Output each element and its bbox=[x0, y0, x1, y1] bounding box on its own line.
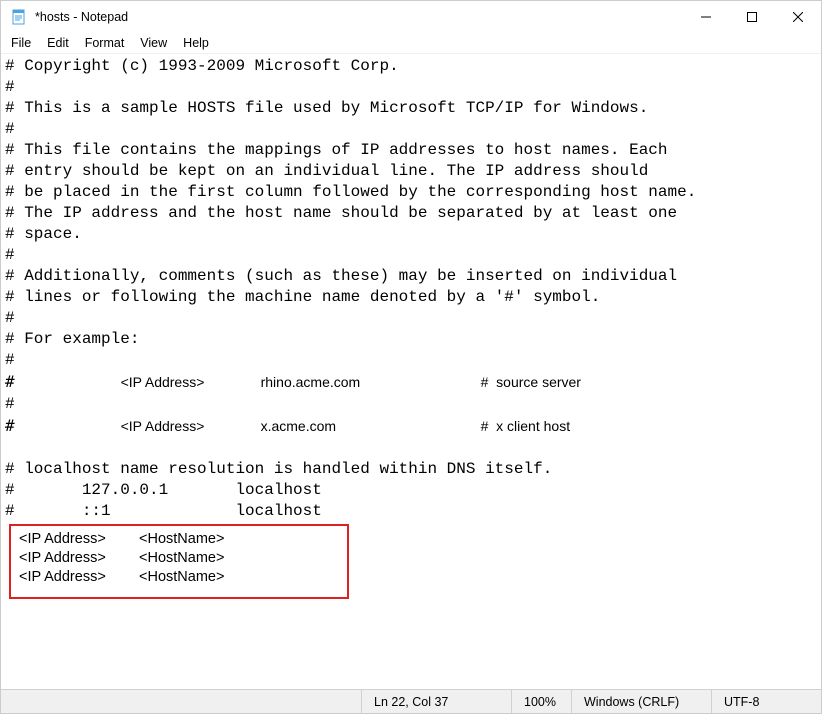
maximize-button[interactable] bbox=[729, 1, 775, 33]
statusbar: Ln 22, Col 37 100% Windows (CRLF) UTF-8 bbox=[1, 689, 821, 713]
status-zoom: 100% bbox=[511, 690, 571, 713]
status-line-ending: Windows (CRLF) bbox=[571, 690, 711, 713]
highlight-row: <IP Address><HostName> bbox=[19, 549, 339, 568]
status-position: Ln 22, Col 37 bbox=[361, 690, 511, 713]
titlebar: *hosts - Notepad bbox=[1, 1, 821, 33]
menu-help[interactable]: Help bbox=[175, 35, 217, 51]
menu-file[interactable]: File bbox=[3, 35, 39, 51]
highlight-row: <IP Address><HostName> bbox=[19, 568, 339, 587]
menubar: File Edit Format View Help bbox=[1, 33, 821, 53]
highlight-box: <IP Address><HostName><IP Address><HostN… bbox=[9, 524, 349, 599]
menu-view[interactable]: View bbox=[132, 35, 175, 51]
status-encoding: UTF-8 bbox=[711, 690, 821, 713]
notepad-icon bbox=[11, 9, 27, 25]
menu-edit[interactable]: Edit bbox=[39, 35, 77, 51]
minimize-button[interactable] bbox=[683, 1, 729, 33]
close-button[interactable] bbox=[775, 1, 821, 33]
text-content[interactable]: # Copyright (c) 1993-2009 Microsoft Corp… bbox=[1, 54, 821, 601]
editor-area[interactable]: # Copyright (c) 1993-2009 Microsoft Corp… bbox=[1, 53, 821, 689]
status-spacer bbox=[1, 690, 361, 713]
highlight-row: <IP Address><HostName> bbox=[19, 530, 339, 549]
window-title: *hosts - Notepad bbox=[35, 10, 128, 24]
window-controls bbox=[683, 1, 821, 33]
menu-format[interactable]: Format bbox=[77, 35, 133, 51]
